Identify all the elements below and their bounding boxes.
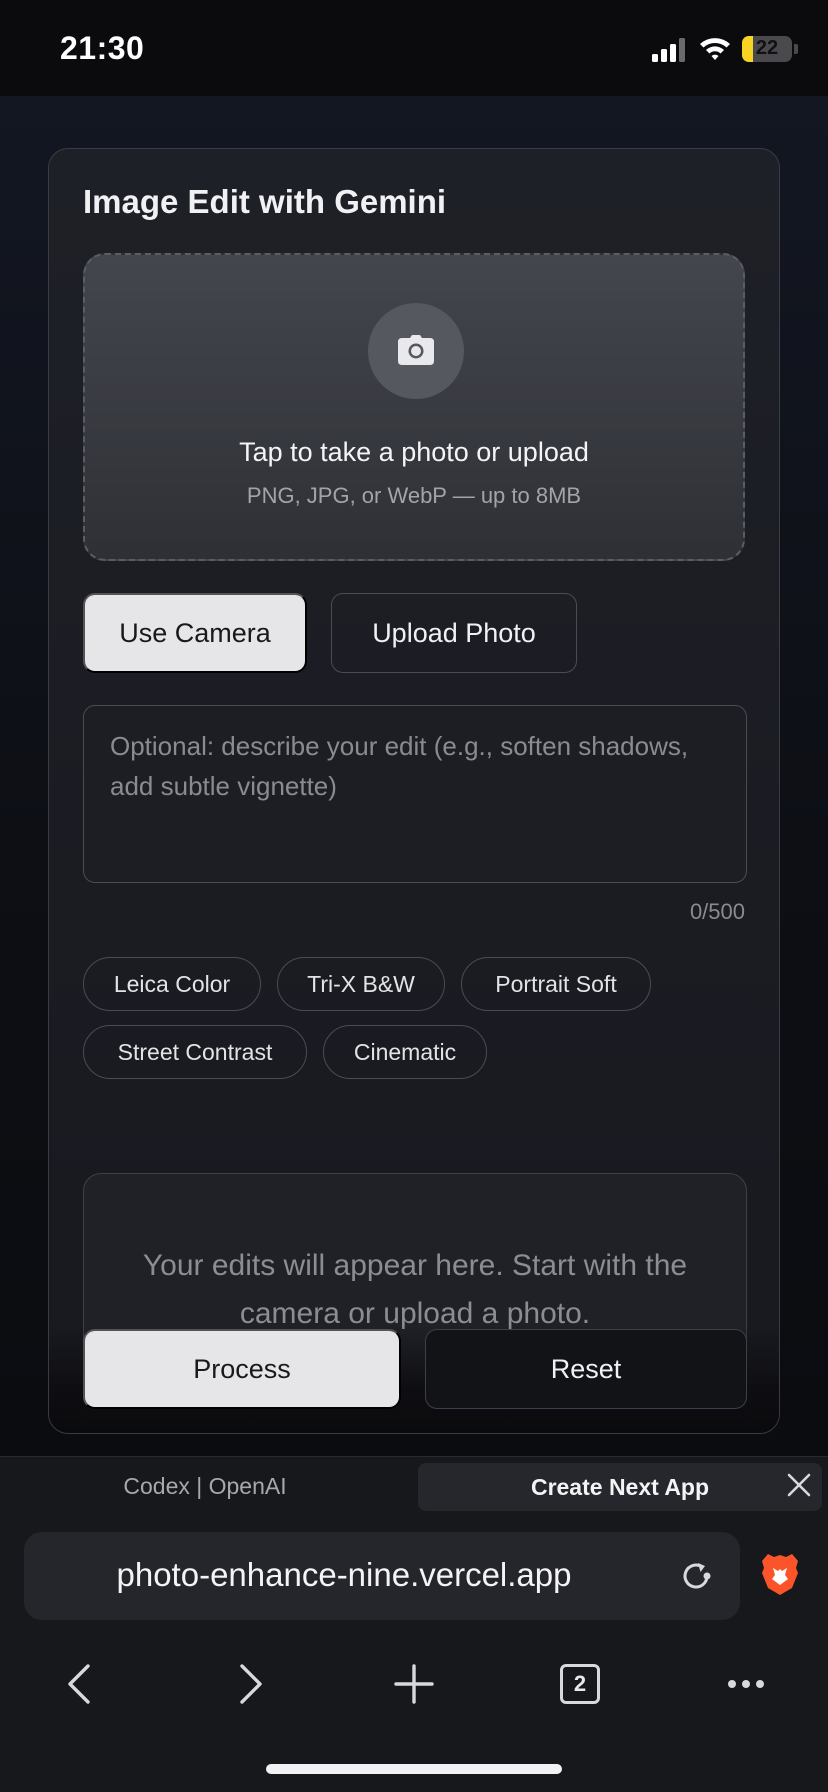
browser-tab-bar: Codex | OpenAI Create Next App [0,1456,828,1514]
brave-lion-icon[interactable] [760,1552,800,1596]
forward-icon[interactable] [220,1656,276,1712]
status-bar: 21:30 22 [0,0,828,96]
preset-chip-street-contrast[interactable]: Street Contrast [83,1025,307,1079]
page-title: Image Edit with Gemini [83,183,447,220]
tab-create-next-app[interactable]: Create Next App [418,1463,822,1511]
tab-codex-openai[interactable]: Codex | OpenAI [0,1457,410,1515]
battery-percent: 22 [755,37,779,59]
use-camera-button[interactable]: Use Camera [83,593,307,673]
process-button[interactable]: Process [83,1329,401,1409]
camera-icon-circle [368,303,464,399]
url-text: photo-enhance-nine.vercel.app [116,1556,572,1593]
preset-chip-portrait-soft[interactable]: Portrait Soft [461,957,651,1011]
reset-button[interactable]: Reset [425,1329,747,1409]
home-indicator [266,1764,562,1774]
preset-chip-leica-color[interactable]: Leica Color [83,957,261,1011]
preset-chip-cinematic[interactable]: Cinematic [323,1025,487,1079]
browser-toolbar: photo-enhance-nine.vercel.app 2 [0,1514,828,1792]
preset-chip-tri-x-bw[interactable]: Tri-X B&W [277,957,445,1011]
upload-photo-button[interactable]: Upload Photo [331,593,577,673]
editor-card: Image Edit with Gemini Tap to take a pho… [48,148,780,1434]
dropzone-subtitle: PNG, JPG, or WebP — up to 8MB [246,483,582,508]
new-tab-icon[interactable] [386,1656,442,1712]
battery-indicator: 22 [742,36,792,62]
dropzone-title: Tap to take a photo or upload [239,437,589,467]
reload-icon[interactable] [678,1558,714,1594]
status-time: 21:30 [60,30,145,66]
camera-icon [398,335,434,365]
result-placeholder-text: Your edits will appear here. Start with … [142,1249,688,1330]
character-counter: 0/500 [689,899,745,924]
cellular-signal-icon [652,38,685,62]
upload-dropzone[interactable]: Tap to take a photo or upload PNG, JPG, … [83,253,745,561]
more-options-icon[interactable] [718,1656,774,1712]
address-bar[interactable]: photo-enhance-nine.vercel.app [24,1532,740,1620]
web-page: Image Edit with Gemini Tap to take a pho… [0,96,828,1456]
back-icon[interactable] [54,1656,110,1712]
edit-prompt-input[interactable]: Optional: describe your edit (e.g., soft… [83,705,747,883]
tab-switcher-button[interactable]: 2 [552,1656,608,1712]
tab-count: 2 [560,1664,600,1704]
battery-cap [794,44,798,54]
wifi-icon [700,38,730,60]
close-tab-icon[interactable] [786,1472,812,1498]
